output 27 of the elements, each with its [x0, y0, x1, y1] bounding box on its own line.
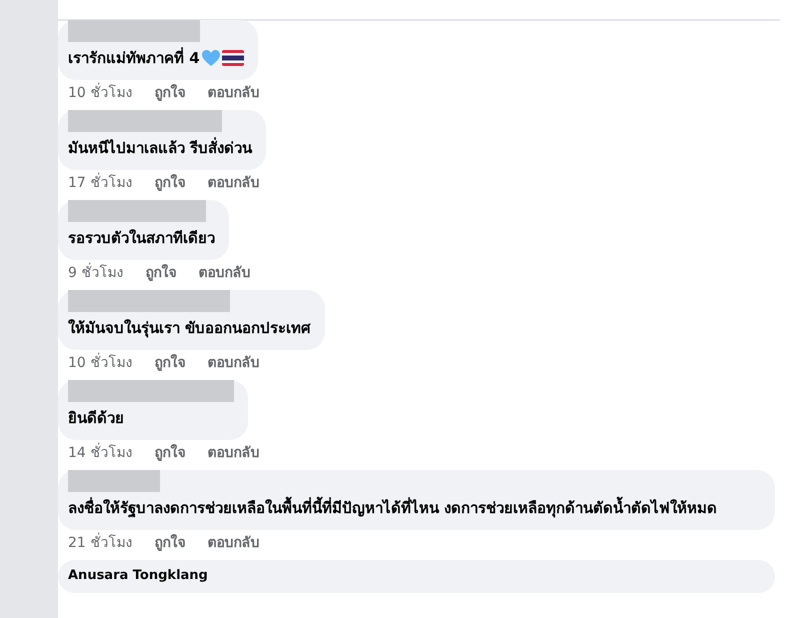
like-link[interactable]: ถูกใจ [154, 84, 186, 102]
reply-link[interactable]: ตอบกลับ [207, 444, 260, 462]
reply-link[interactable]: ตอบกลับ [207, 174, 260, 192]
comment-text: เรารักแม่ทัพภาคที่ 4 [68, 46, 200, 69]
like-link[interactable]: ถูกใจ [154, 534, 186, 552]
comment-time[interactable]: 9 ชั่วโมง [68, 264, 124, 282]
comment-text: ลงชื่อให้รัฐบาลงดการช่วยเหลือในพื้นที่นี้ที่มีปัญหาได้ที่ไหน งดการช่วยเหลือทุกด้านตัดน้ำตัดไฟให้หมด [68, 496, 718, 520]
comment-time[interactable]: 21 ชั่วโมง [68, 534, 132, 552]
comment-time[interactable]: 17 ชั่วโมง [68, 174, 132, 192]
like-link[interactable]: ถูกใจ [154, 174, 186, 192]
heart-icon [200, 49, 221, 67]
comment-time[interactable]: 10 ชั่วโมง [68, 84, 132, 102]
reply-link[interactable]: ตอบกลับ [198, 264, 250, 282]
reply-link[interactable]: ตอบกลับ [207, 354, 260, 372]
comment-text: ยินดีด้วย [68, 408, 124, 429]
reply-link[interactable]: ตอบกลับ [207, 534, 260, 552]
comment-time[interactable]: 14 ชั่วโมง [68, 444, 132, 462]
comment-text: ให้มันจบในรุ่นเรา ขับออกนอกประเทศ [68, 318, 312, 340]
reply-link[interactable]: ตอบกลับ [207, 84, 260, 102]
like-link[interactable]: ถูกใจ [154, 444, 186, 462]
comment-time[interactable]: 10 ชั่วโมง [68, 354, 132, 372]
like-link[interactable]: ถูกใจ [154, 354, 186, 372]
like-link[interactable]: ถูกใจ [145, 264, 176, 282]
comment-text: รอรวบตัวในสภาทีเดียว [68, 228, 215, 249]
commenter-name[interactable]: Anusara Tongklang [68, 560, 208, 583]
comment-text: มันหนีไปมาเลแล้ว รีบสั่งด่วน [68, 136, 252, 159]
flag-icon [222, 50, 244, 66]
